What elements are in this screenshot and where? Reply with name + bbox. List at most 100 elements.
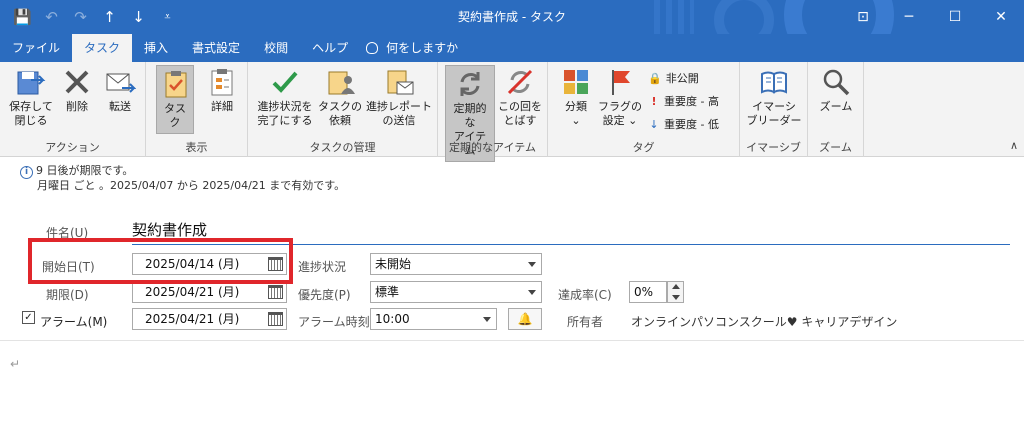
priority-label: 優先度(P) [298, 288, 351, 302]
reminder-checkbox[interactable]: ✓ [22, 311, 35, 324]
close-icon[interactable]: ✕ [978, 0, 1024, 34]
group-label: タスクの管理 [309, 141, 376, 154]
chevron-down-icon [483, 317, 491, 322]
high-importance-button[interactable]: ! 重要度 - 高 [648, 93, 718, 109]
percent-stepper[interactable] [667, 281, 684, 303]
due-date-field[interactable]: 2025/04/21 (月) [132, 281, 287, 303]
reminder-date-field[interactable]: 2025/04/21 (月) [132, 308, 287, 330]
assign-task-button[interactable]: タスクの 依頼 [318, 66, 362, 128]
tell-me-search[interactable]: 何をしますか [360, 34, 470, 62]
skip-occurrence-icon [504, 66, 536, 98]
status-label: 進捗状況 [298, 260, 347, 274]
body-divider [0, 340, 1024, 341]
due-date-label: 期限(D) [46, 288, 89, 302]
zoom-button[interactable]: ズーム [816, 66, 856, 114]
owner-value: オンラインパソコンスクール♥ キャリアデザイン [631, 315, 898, 329]
group-label: 定期的なアイテム [449, 141, 536, 154]
group-zoom: ズーム ズーム [808, 62, 864, 157]
follow-up-button[interactable]: フラグの 設定 ⌄ [598, 66, 642, 128]
title-decoration [654, 0, 694, 34]
group-immersive: イマーシ ブリーダー イマーシブ [740, 62, 808, 157]
spin-up-icon[interactable] [672, 284, 680, 289]
group-label: アクション [45, 141, 100, 154]
next-item-icon[interactable]: ↓ [124, 0, 153, 34]
spin-down-icon[interactable] [672, 295, 680, 300]
owner-label: 所有者 [567, 315, 604, 329]
group-label: 表示 [185, 141, 208, 154]
ribbon-display-icon[interactable]: ⊡ [840, 0, 886, 34]
customize-qat-icon[interactable]: ⩡ [153, 0, 182, 34]
reminder-time-label: アラーム時刻 [298, 315, 370, 329]
tab-help[interactable]: ヘルプ [300, 34, 360, 62]
bell-icon: 🔔 [517, 312, 533, 326]
tab-task[interactable]: タスク [72, 34, 133, 62]
quick-access-toolbar: 💾 ↶ ↷ ↑ ↓ ⩡ [8, 0, 182, 34]
categorize-button[interactable]: 分類 ⌄ [558, 66, 594, 128]
tab-format[interactable]: 書式設定 [180, 34, 252, 62]
magnifier-icon [820, 66, 852, 98]
ribbon-tabs: ファイル タスク 挿入 書式設定 校閲 ヘルプ 何をしますか [0, 34, 1024, 62]
chevron-down-icon [528, 262, 536, 267]
immersive-reader-icon [758, 66, 790, 98]
send-status-report-button[interactable]: 進捗レポート の送信 [364, 66, 434, 128]
tab-insert[interactable]: 挿入 [132, 34, 180, 62]
group-recurrence: 定期的な アイテム この回を とばす 定期的なアイテム [438, 62, 548, 162]
reminder-time-select[interactable]: 10:00 [370, 308, 497, 330]
priority-select[interactable]: 標準 [370, 281, 542, 303]
title-decoration [714, 0, 774, 34]
tab-review[interactable]: 校閲 [252, 34, 300, 62]
group-label: ズーム [819, 141, 852, 154]
task-view-button[interactable]: タスク [156, 65, 194, 134]
title-bar: 💾 ↶ ↷ ↑ ↓ ⩡ 契約書作成 - タスク ⊡ ─ ☐ ✕ [0, 0, 1024, 34]
minimize-icon[interactable]: ─ [886, 0, 932, 34]
group-tags: 分類 ⌄ フラグの 設定 ⌄ 🔒 非公開 ! 重要度 - 高 ↓ 重要度 - 低… [548, 62, 740, 157]
tab-file[interactable]: ファイル [0, 34, 72, 62]
tell-me-label: 何をしますか [386, 41, 459, 55]
undo-icon[interactable]: ↶ [37, 0, 66, 34]
ribbon: 保存して 閉じる 削除 転送 アクション タスク 詳細 表示 進捗状況を 完了に… [0, 62, 1024, 162]
previous-item-icon[interactable]: ↑ [95, 0, 124, 34]
forward-button[interactable]: 転送 [100, 66, 140, 114]
chevron-down-icon [528, 290, 536, 295]
window-controls: ⊡ ─ ☐ ✕ [840, 0, 1024, 34]
group-label: タグ [632, 141, 655, 154]
details-clipboard-icon [206, 66, 238, 98]
down-arrow-icon: ↓ [649, 117, 659, 131]
low-importance-button[interactable]: ↓ 重要度 - 低 [648, 116, 719, 132]
group-view: タスク 詳細 表示 [146, 62, 248, 157]
collapse-ribbon-icon[interactable]: ∧ [1010, 139, 1018, 152]
checkmark-icon [269, 66, 301, 98]
redo-icon[interactable]: ↷ [66, 0, 95, 34]
percent-complete-input[interactable]: 0% [629, 281, 667, 303]
delete-icon [61, 66, 93, 98]
save-close-button[interactable]: 保存して 閉じる [8, 66, 54, 128]
save-icon[interactable]: 💾 [8, 0, 37, 34]
lock-icon: 🔒 [648, 71, 662, 85]
save-close-icon [15, 66, 47, 98]
reminder-label: アラーム(M) [40, 315, 108, 329]
delete-button[interactable]: 削除 [58, 66, 96, 114]
calendar-icon[interactable] [268, 285, 283, 299]
private-button[interactable]: 🔒 非公開 [648, 70, 699, 86]
status-select[interactable]: 未開始 [370, 253, 542, 275]
mark-complete-button[interactable]: 進捗状況を 完了にする [254, 66, 316, 128]
recurrence-icon [454, 68, 486, 100]
paragraph-mark-icon[interactable]: ↵ [10, 357, 20, 371]
lightbulb-icon [366, 42, 379, 54]
percent-complete-label: 達成率(C) [558, 288, 612, 302]
immersive-reader-button[interactable]: イマーシ ブリーダー [746, 66, 802, 128]
info-bar: i9 日後が期限です。 月曜日 ごと 。2025/04/07 から 2025/0… [20, 164, 345, 193]
skip-occurrence-button[interactable]: この回を とばす [498, 66, 542, 128]
reminder-sound-button[interactable]: 🔔 [508, 308, 542, 330]
status-report-icon [383, 66, 415, 98]
group-manage-task: 進捗状況を 完了にする タスクの 依頼 進捗レポート の送信 タスクの管理 [248, 62, 438, 157]
info-icon: i [20, 166, 33, 179]
flag-icon [604, 66, 636, 98]
group-label: イマーシブ [746, 141, 801, 154]
categorize-icon [560, 66, 592, 98]
highlight-box [28, 238, 293, 284]
assign-task-icon [324, 66, 356, 98]
calendar-icon[interactable] [268, 312, 283, 326]
maximize-icon[interactable]: ☐ [932, 0, 978, 34]
details-button[interactable]: 詳細 [202, 66, 242, 114]
